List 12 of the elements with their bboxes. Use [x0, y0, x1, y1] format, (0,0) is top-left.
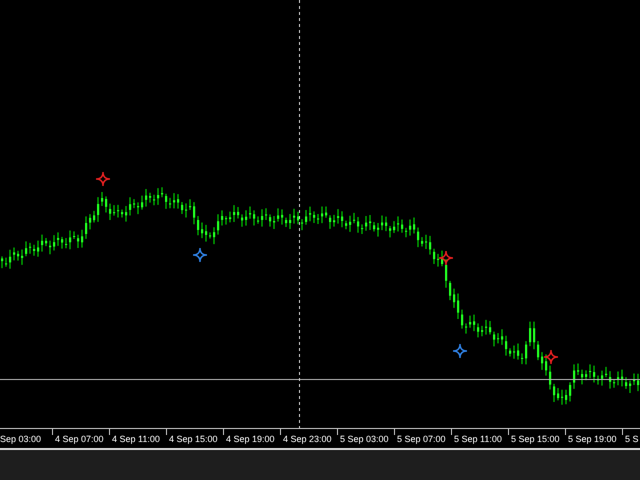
time-label: 5 Sep 07:00: [397, 433, 447, 446]
time-label: 5 Sep 03:00: [340, 433, 390, 446]
time-label: 4 Sep 19:00: [226, 433, 276, 446]
time-label: 4 Sep 11:00: [112, 433, 161, 446]
time-label: 5 Sep 19:00: [568, 433, 618, 446]
time-label: 4 Sep 07:00: [55, 433, 105, 446]
time-label: 5 Sep 15:00: [511, 433, 561, 446]
time-label: 5 S: [625, 433, 640, 446]
time-label: 5 Sep 11:00: [454, 433, 503, 446]
time-label: Sep 03:00: [0, 433, 42, 446]
time-label: 4 Sep 15:00: [169, 433, 219, 446]
time-label: 4 Sep 23:00: [283, 433, 333, 446]
